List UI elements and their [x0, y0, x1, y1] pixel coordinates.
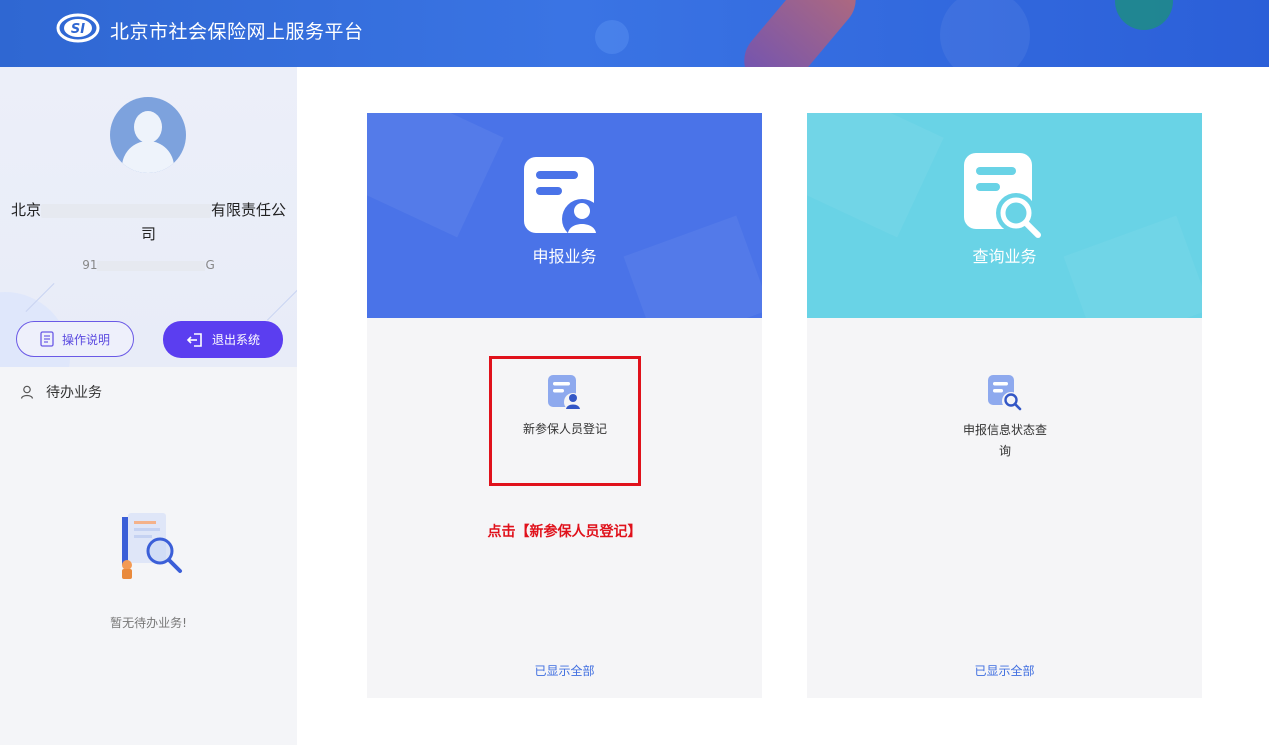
company-name-prefix: 北京 — [10, 201, 41, 219]
top-header: SI 北京市社会保险网上服务平台 — [0, 0, 1269, 67]
declaration-status-query-item[interactable]: 申报信息状态查询 — [929, 356, 1081, 486]
query-card-header: 查询业务 — [807, 113, 1202, 318]
header-decoration — [1115, 0, 1173, 30]
panel-decoration — [266, 284, 297, 321]
card-decoration — [367, 113, 504, 238]
declaration-status-query-label: 申报信息状态查询 — [962, 423, 1047, 458]
sidebar: 北京 有限责任公 司 91 G 操作说明 退出系统 待办业务 暂无待办业务! — [0, 67, 297, 745]
avatar — [110, 97, 186, 173]
help-button-label: 操作说明 — [61, 332, 110, 347]
query-card-title: 查询业务 — [972, 247, 1037, 266]
report-show-all-link[interactable]: 已显示全部 — [367, 662, 762, 679]
document-person-icon — [548, 375, 582, 411]
header-decoration — [940, 0, 1030, 67]
help-button[interactable]: 操作说明 — [16, 321, 134, 357]
user-icon — [20, 385, 34, 399]
avatar-body — [122, 141, 174, 173]
company-code-suffix: G — [205, 258, 215, 272]
redacted-text — [41, 203, 211, 218]
logout-button-label: 退出系统 — [211, 333, 260, 347]
redacted-text — [97, 260, 206, 271]
document-search-icon — [964, 153, 1041, 238]
company-name-tail: 司 — [140, 225, 156, 243]
new-insured-registration-label: 新参保人员登记 — [522, 422, 607, 436]
company-credit-code: 91 G — [0, 258, 297, 272]
card-decoration — [807, 113, 944, 238]
social-insurance-logo-icon: SI — [56, 13, 100, 43]
site-title: 北京市社会保险网上服务平台 — [110, 21, 364, 43]
query-show-all-link[interactable]: 已显示全部 — [807, 662, 1202, 679]
query-service-card: 查询业务 申报信息状态查询 已显示全部 — [807, 113, 1202, 698]
empty-state-text: 暂无待办业务! — [110, 616, 187, 630]
logout-icon — [186, 332, 202, 347]
new-insured-registration-item[interactable]: 新参保人员登记 — [489, 356, 641, 486]
avatar-head — [134, 111, 162, 143]
company-name: 北京 有限责任公 司 — [0, 198, 297, 246]
document-icon — [40, 331, 54, 347]
header-decoration — [595, 20, 629, 54]
logout-button[interactable]: 退出系统 — [163, 321, 283, 358]
report-card-title: 申报业务 — [532, 247, 597, 266]
company-name-suffix: 有限责任公 — [211, 201, 287, 219]
report-service-card: 申报业务 新参保人员登记 点击【新参保人员登记】 已显示全部 — [367, 113, 762, 698]
instruction-annotation: 点击【新参保人员登记】 — [487, 524, 642, 540]
empty-state-illustration-icon — [122, 513, 182, 579]
header-decoration — [732, 0, 868, 67]
todo-section-title[interactable]: 待办业务 — [20, 382, 102, 402]
company-code-prefix: 91 — [82, 258, 98, 272]
report-card-header: 申报业务 — [367, 113, 762, 318]
todo-section-label: 待办业务 — [46, 385, 102, 401]
svg-text:SI: SI — [71, 22, 85, 37]
document-person-icon — [524, 157, 602, 239]
document-search-icon — [988, 375, 1022, 411]
